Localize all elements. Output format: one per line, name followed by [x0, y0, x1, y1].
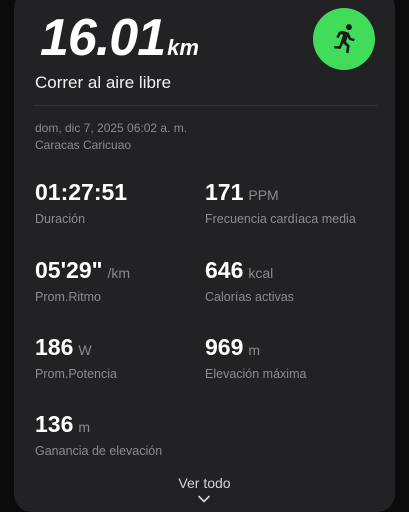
- stat-elevation-gain: 136 m Ganancia de elevación: [35, 411, 162, 458]
- stat-label: Duración: [35, 212, 86, 226]
- activity-type-title: Correr al aire libre: [35, 73, 172, 92]
- stat-value: 646: [205, 257, 244, 283]
- stat-average-pace: 05'29" /km Prom.Ritmo: [35, 257, 130, 304]
- distance-display: 16.01 km: [40, 8, 199, 68]
- chevron-down-icon[interactable]: [197, 494, 211, 504]
- stat-label: Prom.Potencia: [35, 367, 117, 381]
- stat-value: 136: [35, 411, 74, 437]
- stat-unit: PPM: [248, 187, 279, 203]
- stat-label: Elevación máxima: [205, 367, 307, 381]
- stat-value: 969: [205, 334, 244, 360]
- stat-unit: kcal: [248, 265, 274, 281]
- stat-value: 171: [205, 179, 244, 205]
- stat-unit: m: [78, 419, 91, 435]
- stat-duration: 01:27:51 Duración: [35, 179, 132, 226]
- stat-unit: /km: [107, 265, 131, 281]
- workout-datetime: dom, dic 7, 2025 06:02 a. m.: [35, 121, 188, 135]
- stat-active-calories: 646 kcal Calorías activas: [205, 257, 294, 304]
- stat-label: Ganancia de elevación: [35, 444, 163, 458]
- stat-label: Calorías activas: [205, 290, 294, 304]
- stat-average-heart-rate: 171 PPM Frecuencia cardíaca media: [205, 179, 356, 226]
- distance-value: 16.01: [40, 9, 166, 67]
- stat-label: Prom.Ritmo: [35, 290, 101, 304]
- stat-unit: m: [248, 342, 261, 358]
- stat-value: 01:27:51: [35, 179, 128, 205]
- stat-max-elevation: 969 m Elevación máxima: [205, 334, 306, 381]
- stat-average-power: 186 W Prom.Potencia: [35, 334, 117, 381]
- distance-unit: km: [167, 35, 199, 60]
- running-person-glyph: [334, 24, 355, 54]
- stat-label: Frecuencia cardíaca media: [205, 212, 356, 226]
- stat-unit: W: [78, 342, 92, 358]
- stat-value: 186: [35, 334, 74, 360]
- workout-location: Caracas Caricuao: [35, 138, 132, 152]
- see-all-button[interactable]: Ver todo: [0, 475, 409, 491]
- stat-value: 05'29": [35, 257, 103, 283]
- divider: [34, 105, 378, 106]
- running-person-icon: [313, 8, 375, 70]
